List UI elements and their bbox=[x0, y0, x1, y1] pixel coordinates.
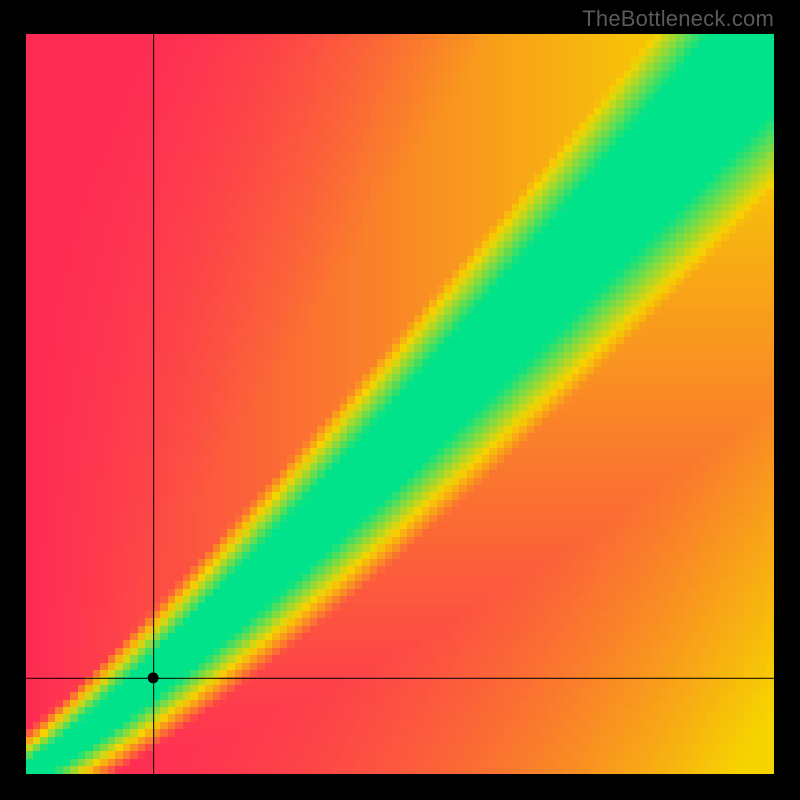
chart-container: TheBottleneck.com bbox=[0, 0, 800, 800]
heatmap-plot bbox=[26, 34, 774, 774]
watermark-text: TheBottleneck.com bbox=[582, 6, 774, 32]
heatmap-canvas bbox=[26, 34, 774, 774]
